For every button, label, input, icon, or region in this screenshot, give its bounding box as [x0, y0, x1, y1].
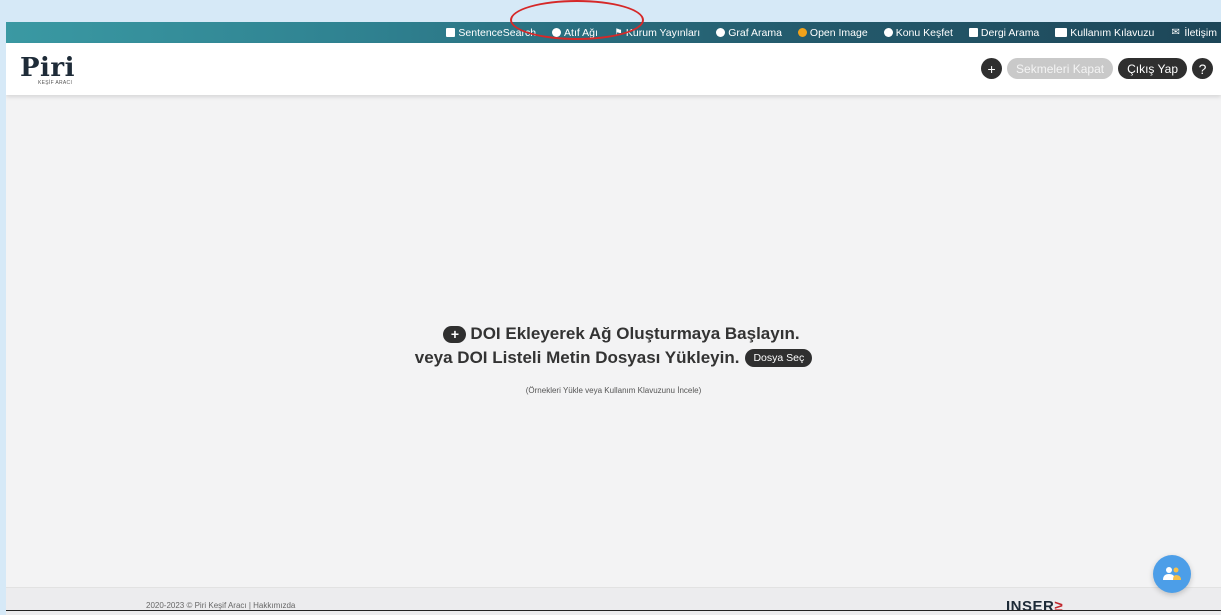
inser-logo-mark: ≥ — [1054, 598, 1064, 615]
add-doi-text: DOI Ekleyerek Ağ Oluşturmaya Başlayın. — [470, 324, 800, 343]
top-navbar: SentenceSearch Atıf Ağı ⚑ Kurum Yayınlar… — [6, 22, 1221, 43]
close-tabs-button[interactable]: Sekmeleri Kapat — [1007, 58, 1114, 79]
inser-logo: INSER≥ — [1006, 598, 1063, 615]
nav-kullanim-kilavuzu[interactable]: Kullanım Kılavuzu — [1055, 27, 1154, 39]
logout-button[interactable]: Çıkış Yap — [1118, 58, 1187, 79]
nav-label: SentenceSearch — [458, 26, 537, 39]
nav-konu-kesfet[interactable]: Konu Keşfet — [883, 26, 953, 39]
header-bar: Piri KEŞİF ARACI + Sekmeleri Kapat Çıkış… — [6, 43, 1221, 95]
header-actions: + Sekmeleri Kapat Çıkış Yap ? — [976, 58, 1213, 79]
app-logo[interactable]: Piri — [20, 53, 75, 83]
nav-label: Graf Arama — [728, 26, 782, 39]
footer-copyright[interactable]: 2020-2023 © Piri Keşif Aracı | Hakkımızd… — [146, 601, 295, 610]
id-card-icon — [1055, 28, 1068, 37]
nav-label: İletişim — [1184, 26, 1217, 39]
graph-search-icon — [716, 28, 726, 37]
nav-label: Open Image — [809, 26, 868, 39]
nav-label: Dergi Arama — [980, 26, 1040, 39]
choose-file-button[interactable]: Dosya Seç — [745, 349, 813, 367]
app-frame: SentenceSearch Atıf Ağı ⚑ Kurum Yayınlar… — [6, 22, 1221, 615]
nav-graf-arama[interactable]: Graf Arama — [716, 27, 782, 39]
users-icon — [1163, 567, 1181, 580]
empty-state: + DOI Ekleyerek Ağ Oluşturmaya Başlayın.… — [6, 322, 1221, 395]
image-icon — [797, 28, 807, 37]
upload-text: veya DOI Listeli Metin Dosyası Yükleyin. — [414, 348, 740, 367]
network-icon — [552, 28, 562, 37]
nav-sentencesearch[interactable]: SentenceSearch — [446, 27, 536, 39]
nav-label: Atıf Ağı — [564, 26, 598, 39]
chat-button[interactable] — [1153, 555, 1191, 593]
examples-hint[interactable]: (Örnekleri Yükle veya Kullanım Klavuzunu… — [6, 386, 1221, 395]
add-tab-button[interactable]: + — [981, 58, 1003, 79]
nav-label: Kullanım Kılavuzu — [1070, 26, 1155, 39]
book-icon — [968, 28, 978, 37]
logo-subtitle: KEŞİF ARACI — [38, 80, 73, 86]
add-doi-prompt: + DOI Ekleyerek Ağ Oluşturmaya Başlayın. — [22, 322, 1221, 346]
institution-icon: ⚑ — [614, 27, 623, 37]
nav-label: Konu Keşfet — [895, 26, 953, 39]
bottom-divider — [6, 610, 1221, 611]
inser-logo-text: INSER — [1006, 598, 1055, 615]
mail-icon: ✉ — [1171, 27, 1181, 38]
nav-atif-agi[interactable]: Atıf Ağı — [552, 27, 598, 39]
nav-label: Kurum Yayınları — [625, 26, 701, 39]
nav-iletisim[interactable]: ✉ İletişim — [1170, 27, 1217, 39]
nav-dergi-arama[interactable]: Dergi Arama — [968, 26, 1040, 39]
nav-open-image[interactable]: Open Image — [797, 26, 868, 39]
add-doi-button[interactable]: + — [443, 325, 467, 343]
upload-prompt: veya DOI Listeli Metin Dosyası Yükleyin.… — [6, 346, 1221, 370]
help-button[interactable]: ? — [1192, 58, 1213, 79]
nav-kurum-yayinlari[interactable]: ⚑ Kurum Yayınları — [614, 27, 700, 39]
globe-icon — [883, 28, 893, 37]
document-icon — [446, 28, 456, 37]
